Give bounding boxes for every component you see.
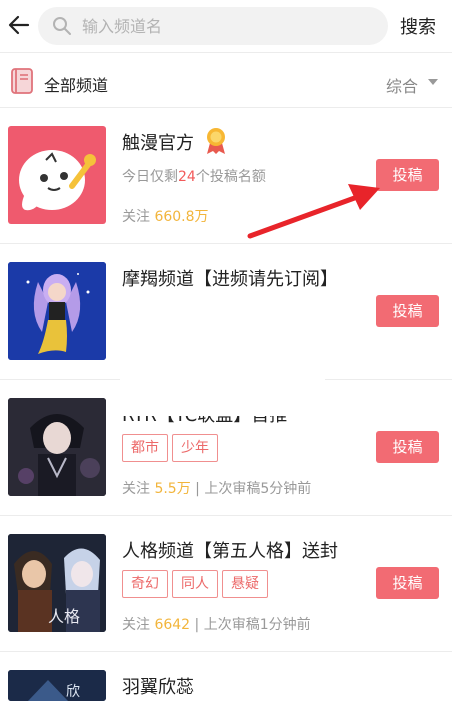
followers-label: 关注: [122, 617, 150, 633]
channel-avatar: 欣: [8, 670, 106, 701]
dark-character-image: [8, 398, 106, 496]
search-box[interactable]: [38, 7, 388, 45]
back-arrow-icon[interactable]: [6, 12, 32, 38]
annotation-arrow: [247, 184, 380, 239]
filter-bar: 全部频道 综合: [0, 60, 452, 104]
svg-text:人格: 人格: [48, 607, 80, 626]
quota-count: 24: [178, 169, 196, 185]
tag[interactable]: 少年: [172, 434, 218, 462]
channel-followers: 关注 660.8万: [122, 206, 209, 226]
quota-prefix: 今日仅剩: [122, 169, 178, 185]
last-review: | 上次审稿5分钟前: [190, 481, 312, 497]
channel-item[interactable]: 人格 人格频道【第五人格】送封 奇幻 同人 悬疑 关注 6642 | 上次审稿1…: [0, 516, 452, 652]
tag-list: 都市 少年: [122, 434, 218, 462]
tag[interactable]: 奇幻: [122, 570, 168, 598]
followers-label: 关注: [122, 481, 150, 497]
channel-item[interactable]: 欣 羽翼欣蕊: [0, 652, 452, 701]
book-icon: [11, 68, 33, 94]
followers-count: 660.8万: [154, 209, 209, 225]
channel-followers: 关注 5.5万 | 上次审稿5分钟前: [122, 478, 311, 498]
channel-title[interactable]: 羽翼欣蕊: [122, 673, 194, 699]
channel-title[interactable]: 人格频道【第五人格】送封: [122, 537, 338, 563]
tag[interactable]: 都市: [122, 434, 168, 462]
followers-count: 6642: [154, 617, 191, 633]
followers-count: 5.5万: [154, 481, 191, 497]
submit-button[interactable]: 投稿: [376, 295, 439, 327]
tag-list: 奇幻 同人 悬疑: [122, 570, 268, 598]
tag[interactable]: 同人: [172, 570, 218, 598]
mermaid-image: [8, 262, 106, 360]
mascot-image: [19, 150, 96, 211]
scroll-overlay: [120, 378, 325, 416]
submit-button[interactable]: 投稿: [376, 567, 439, 599]
identity-v-image: 人格: [8, 534, 106, 632]
submit-button[interactable]: 投稿: [376, 431, 439, 463]
channel-item[interactable]: 摩羯频道【进频请先订阅】 投稿: [0, 244, 452, 380]
caret-down-icon[interactable]: [428, 79, 438, 85]
channel-avatar: 人格: [8, 534, 106, 632]
tag[interactable]: 悬疑: [222, 570, 268, 598]
channel-avatar: [8, 126, 106, 224]
all-channels-label[interactable]: 全部频道: [44, 72, 108, 96]
channel-avatar: [8, 262, 106, 360]
channel-title[interactable]: 触漫官方: [122, 129, 194, 155]
followers-label: 关注: [122, 209, 150, 225]
channel-followers: 关注 6642 | 上次审稿1分钟前: [122, 614, 311, 634]
search-button[interactable]: 搜索: [400, 13, 436, 39]
search-input[interactable]: [82, 7, 372, 45]
channel-image: 欣: [8, 670, 106, 701]
sort-dropdown[interactable]: 综合: [386, 73, 418, 97]
official-badge-icon: [207, 128, 225, 154]
last-review: | 上次审稿1分钟前: [190, 617, 311, 633]
channel-avatar: [8, 398, 106, 496]
svg-text:欣: 欣: [66, 684, 80, 700]
divider: [0, 52, 452, 53]
search-icon: [53, 17, 71, 35]
channel-title[interactable]: 摩羯频道【进频请先订阅】: [122, 265, 338, 291]
top-bar: 搜索: [0, 0, 452, 52]
